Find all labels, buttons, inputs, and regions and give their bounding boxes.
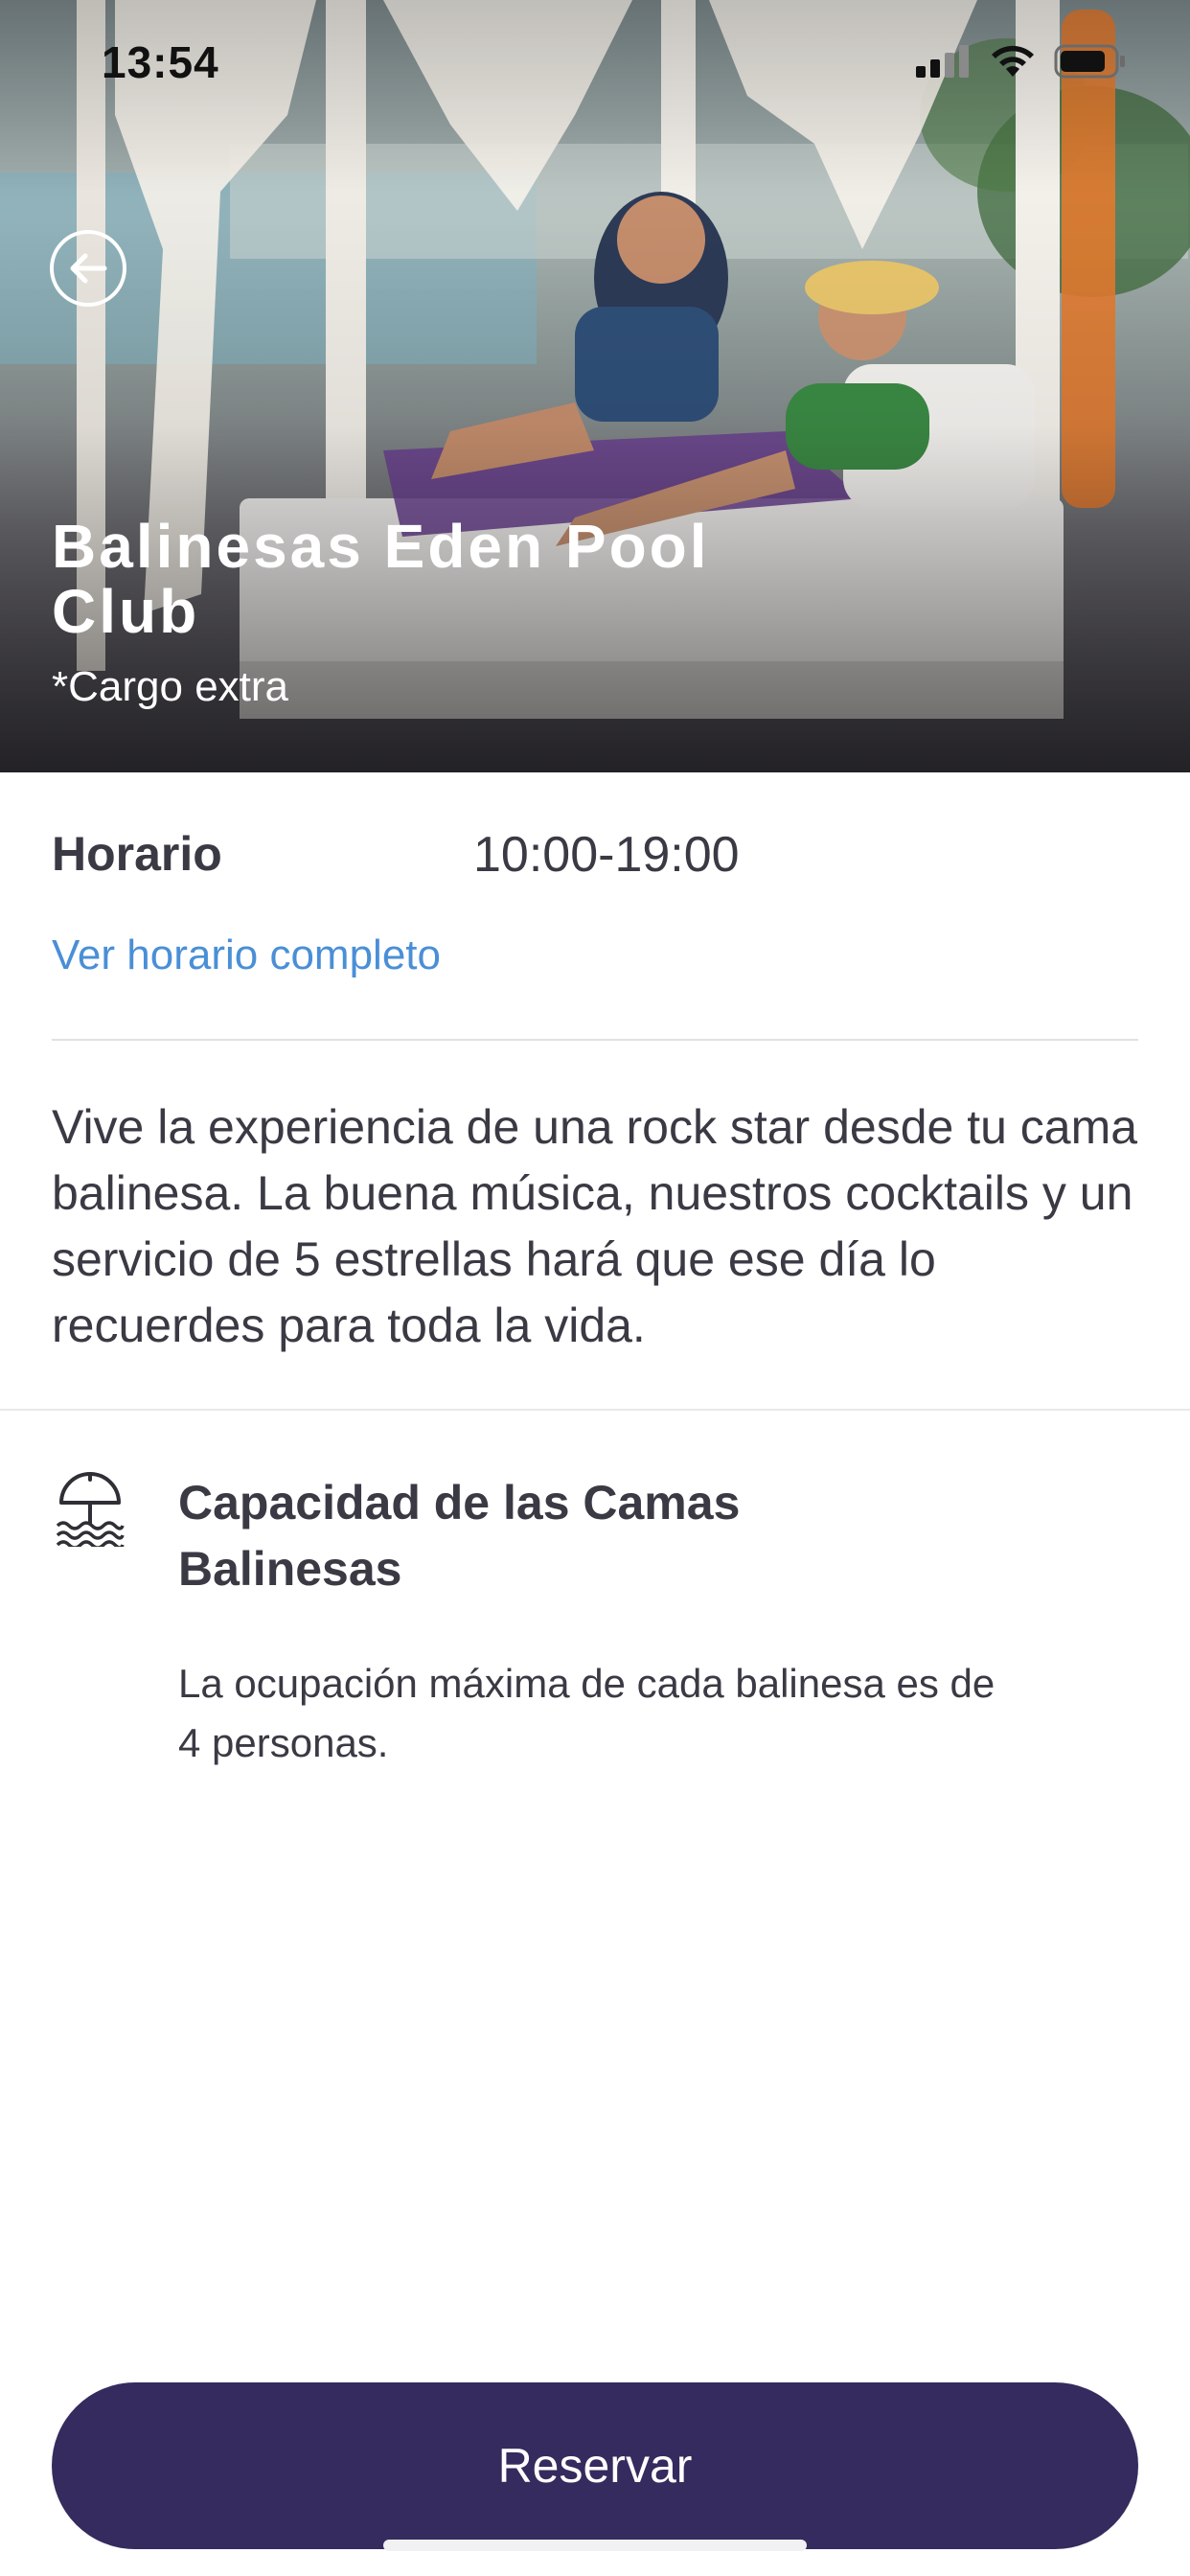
- status-time: 13:54: [102, 37, 219, 87]
- cellular-signal-icon: [916, 45, 969, 78]
- battery-icon: [1054, 44, 1125, 79]
- reserve-button[interactable]: Reservar: [52, 2382, 1138, 2549]
- capacity-text: La ocupación máxima de cada balinesa es …: [178, 1661, 995, 1765]
- hours-row: Horario 10:00-19:00: [52, 826, 1138, 884]
- extra-charge-note: *Cargo extra: [52, 663, 289, 710]
- full-schedule-link[interactable]: Ver horario completo: [52, 932, 441, 979]
- divider: [52, 1039, 1138, 1041]
- capacity-title: Capacidad de las Camas Balinesas: [178, 1476, 741, 1596]
- description-text: Vive la experiencia de una rock star des…: [52, 1100, 1138, 1352]
- beach-umbrella-icon: [56, 1472, 125, 1547]
- status-icons: [916, 44, 1127, 79]
- screen: 13:54 Balinesas Eden Pool Club *Cargo ex…: [0, 0, 1190, 2576]
- arrow-left-icon: [70, 253, 107, 284]
- status-bar: 13:54: [0, 0, 1190, 125]
- wifi-icon: [992, 45, 1034, 77]
- hours-value: 10:00-19:00: [473, 827, 740, 883]
- home-indicator: [383, 2540, 807, 2551]
- divider: [0, 1409, 1190, 1411]
- page-title: Balinesas Eden Pool Club: [52, 512, 710, 646]
- hero-image: 13:54 Balinesas Eden Pool Club *Cargo ex…: [0, 0, 1190, 772]
- back-button[interactable]: [50, 230, 126, 307]
- hours-label: Horario: [52, 827, 222, 881]
